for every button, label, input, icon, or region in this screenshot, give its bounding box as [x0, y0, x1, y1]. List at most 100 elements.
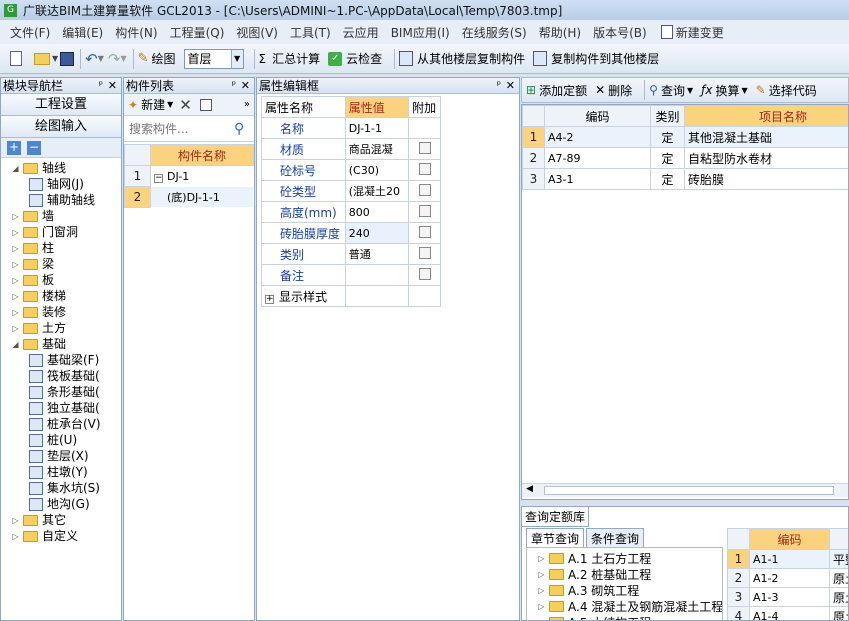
- expand-box-icon[interactable]: +: [265, 294, 274, 304]
- copy-to-floor-button[interactable]: 复制构件到其他楼层: [533, 50, 659, 67]
- tree-expand-icon[interactable]: ▷: [537, 586, 546, 595]
- attach-checkbox[interactable]: [418, 141, 431, 154]
- tree-expand-icon[interactable]: ▷: [537, 570, 546, 579]
- type-cell[interactable]: 定: [650, 147, 685, 169]
- tree-item[interactable]: ◢ 基础: [11, 336, 66, 352]
- property-row[interactable]: + 显示样式: [261, 285, 441, 307]
- tree-expand-icon[interactable]: ▷: [11, 260, 20, 269]
- tree-expand-icon[interactable]: ▷: [11, 276, 20, 285]
- tree-item[interactable]: ▷ 装修: [11, 304, 66, 320]
- tree-item[interactable]: 筏板基础(: [29, 368, 100, 384]
- library-code-cell[interactable]: A1-2: [749, 568, 830, 588]
- convert-button[interactable]: ƒx 换算 ▼: [701, 82, 748, 99]
- tree-expand-icon[interactable]: ▷: [11, 292, 20, 301]
- tree-item[interactable]: 桩(U): [29, 432, 77, 448]
- menu-view[interactable]: 视图(V): [236, 24, 278, 41]
- code-cell[interactable]: A7-89: [544, 147, 651, 169]
- library-name-cell[interactable]: 原土: [829, 587, 848, 607]
- attach-checkbox[interactable]: [418, 183, 431, 196]
- chapter-item[interactable]: ▷ A.5 木结构工程: [537, 614, 651, 621]
- tree-item[interactable]: 轴网(J): [29, 176, 84, 192]
- library-name-cell[interactable]: 原土: [829, 568, 848, 588]
- sum-calc-button[interactable]: Σ 汇总计算: [259, 50, 321, 67]
- type-cell[interactable]: 定: [650, 126, 685, 148]
- property-value-cell[interactable]: 800: [344, 201, 410, 223]
- tree-item[interactable]: ▷ 柱: [11, 240, 54, 256]
- project-name-cell[interactable]: 其他混凝土基础: [684, 126, 848, 148]
- tree-collapse-icon[interactable]: ◢: [11, 340, 20, 349]
- table-row[interactable]: 1 A4-2 定 其他混凝土基础: [522, 126, 848, 148]
- chapter-item[interactable]: ▷ A.4 混凝土及钢筋混凝土工程: [537, 598, 722, 614]
- tree-item[interactable]: ▷ 门窗洞: [11, 224, 78, 240]
- tree-item[interactable]: 基础梁(F): [29, 352, 99, 368]
- add-quota-button[interactable]: ⊞ 添加定额: [526, 82, 587, 99]
- tree-expand-icon[interactable]: ▷: [11, 228, 20, 237]
- menu-tools[interactable]: 工具(T): [290, 24, 331, 41]
- attach-checkbox[interactable]: [418, 204, 431, 217]
- tree-expand-icon[interactable]: ▷: [11, 532, 20, 541]
- table-row[interactable]: 3 A3-1 定 砖胎膜: [522, 168, 848, 190]
- tree-item[interactable]: 垫层(X): [29, 448, 89, 464]
- copy-from-floor-button[interactable]: 从其他楼层复制构件: [399, 50, 525, 67]
- collapse-box-icon[interactable]: −: [154, 173, 163, 183]
- library-name-cell[interactable]: 原土: [829, 606, 848, 620]
- tree-item[interactable]: 条形基础(: [29, 384, 100, 400]
- code-cell[interactable]: A4-2: [544, 126, 651, 148]
- chapter-item[interactable]: ▷ A.2 桩基础工程: [537, 566, 651, 582]
- menu-quantity[interactable]: 工程量(Q): [170, 24, 225, 41]
- tree-collapse-icon[interactable]: ◢: [11, 164, 20, 173]
- code-cell[interactable]: A3-1: [544, 168, 651, 190]
- property-value-cell[interactable]: 240: [344, 222, 410, 244]
- menu-component[interactable]: 构件(N): [115, 24, 157, 41]
- chapter-item[interactable]: ▷ A.3 砌筑工程: [537, 582, 639, 598]
- tree-expand-icon[interactable]: ▷: [11, 516, 20, 525]
- delete-quota-button[interactable]: ✕ 删除: [595, 82, 632, 99]
- pin-icon[interactable]: ᵖ: [232, 78, 236, 94]
- tree-expand-icon[interactable]: ▷: [537, 618, 546, 621]
- component-search-input[interactable]: [126, 119, 230, 138]
- property-value-cell[interactable]: [344, 264, 410, 286]
- property-row[interactable]: 材质 商品混凝: [261, 138, 441, 160]
- close-icon[interactable]: ✕: [108, 78, 117, 94]
- library-code-cell[interactable]: A1-4: [749, 606, 830, 620]
- menu-version[interactable]: 版本号(B): [593, 24, 647, 41]
- cloud-check-button[interactable]: ✓ 云检查: [328, 50, 382, 67]
- drawing-input-button[interactable]: 绘图输入: [1, 116, 121, 138]
- redo-icon[interactable]: ↷: [108, 50, 121, 68]
- tree-item[interactable]: ▷ 梁: [11, 256, 54, 272]
- tree-item[interactable]: 地沟(G): [29, 496, 90, 512]
- scroll-left-icon[interactable]: ◀: [526, 484, 533, 494]
- attach-checkbox[interactable]: [418, 267, 431, 280]
- property-row[interactable]: 砼标号 (C30): [261, 159, 441, 181]
- type-cell[interactable]: 定: [650, 168, 685, 190]
- collapse-all-icon[interactable]: −: [27, 141, 41, 155]
- property-row[interactable]: 砼类型 (混凝土20: [261, 180, 441, 202]
- tree-item[interactable]: 柱墩(Y): [29, 464, 88, 480]
- tree-expand-icon[interactable]: ▷: [11, 324, 20, 333]
- library-code-cell[interactable]: A1-1: [749, 549, 830, 569]
- tree-item[interactable]: ▷ 墙: [11, 208, 54, 224]
- menu-online[interactable]: 在线服务(S): [462, 24, 527, 41]
- draw-button[interactable]: ✎ 绘图: [138, 50, 176, 67]
- tree-item[interactable]: ▷ 自定义: [11, 528, 78, 544]
- scroll-thumb[interactable]: [544, 486, 834, 495]
- more-chevron-icon[interactable]: »: [244, 99, 250, 110]
- property-value-cell[interactable]: (C30): [344, 159, 410, 181]
- undo-icon[interactable]: ↶: [85, 50, 98, 68]
- pin-icon[interactable]: ᵖ: [99, 78, 103, 94]
- select-code-button[interactable]: ✎ 选择代码: [756, 82, 817, 99]
- tree-expand-icon[interactable]: ▷: [11, 308, 20, 317]
- tree-expand-icon[interactable]: ▷: [537, 554, 546, 563]
- redo-dropdown-icon[interactable]: ▼: [120, 54, 126, 63]
- table-row[interactable]: 2 A1-2 原土: [727, 568, 848, 588]
- property-row[interactable]: 类别 普通: [261, 243, 441, 265]
- tree-item[interactable]: 辅助轴线: [29, 192, 95, 208]
- tree-item[interactable]: ◢ 轴线: [11, 160, 66, 176]
- close-icon[interactable]: ✕: [506, 78, 515, 94]
- property-row[interactable]: 砖胎膜厚度 240: [261, 222, 441, 244]
- quota-library-title-tab[interactable]: 查询定额库: [522, 507, 590, 527]
- menu-new-change[interactable]: 新建变更: [659, 24, 724, 41]
- property-value-cell[interactable]: (混凝土20: [344, 180, 410, 202]
- display-style-cell[interactable]: + 显示样式: [261, 285, 346, 307]
- property-value-cell[interactable]: 商品混凝: [344, 138, 410, 160]
